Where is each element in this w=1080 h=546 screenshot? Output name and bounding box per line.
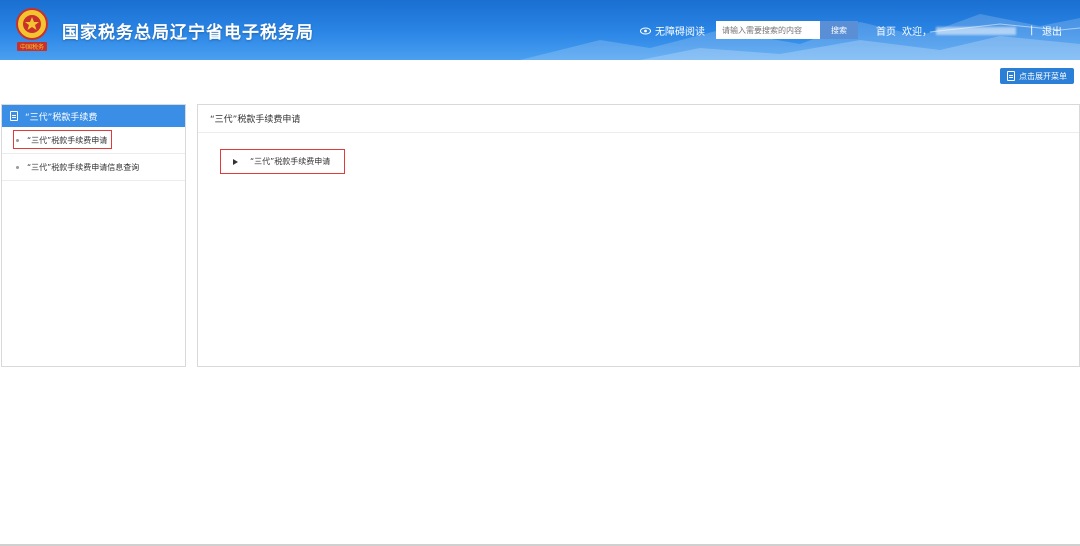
home-link[interactable]: 首页 — [876, 23, 896, 38]
welcome-text: 欢迎， — [902, 27, 932, 38]
highlight-box — [13, 130, 112, 149]
link-label: “三代”税款手续费申请 — [250, 157, 331, 166]
sidebar-header: “三代”税款手续费 — [2, 105, 185, 127]
username-redacted — [936, 26, 1016, 35]
main-panel: “三代”税款手续费申请 “三代”税款手续费申请 — [197, 104, 1080, 367]
tax-emblem-icon: 中国税务 — [16, 8, 48, 51]
sidebar: “三代”税款手续费 “三代”税款手续费申请 “三代”税款手续费申请信息查询 — [1, 104, 186, 367]
search-button[interactable]: 搜索 — [820, 21, 858, 39]
sidebar-item-label: “三代”税款手续费申请信息查询 — [27, 162, 140, 172]
eye-icon — [640, 27, 651, 34]
expand-menu-button[interactable]: 点击展开菜单 — [1000, 68, 1074, 84]
sidebar-item-fee-application[interactable]: “三代”税款手续费申请 — [2, 127, 185, 154]
logout-link[interactable]: 退出 — [1042, 23, 1062, 38]
bullet-icon — [16, 165, 19, 169]
emblem-text: 中国税务 — [20, 43, 44, 51]
accessibility-reading-link[interactable]: 无障碍阅读 — [640, 23, 705, 38]
top-nav: 首页 欢迎， | — [876, 23, 1041, 38]
site-title: 国家税务总局辽宁省电子税务局 — [62, 23, 314, 43]
sidebar-item-application-query[interactable]: “三代”税款手续费申请信息查询 — [2, 154, 185, 181]
search-input[interactable] — [716, 21, 820, 39]
panel-title: “三代”税款手续费申请 — [198, 105, 1079, 133]
nav-separator: | — [1030, 25, 1034, 36]
expand-menu-label: 点击展开菜单 — [1019, 71, 1067, 81]
search-box: 搜索 — [716, 21, 858, 39]
document-icon — [10, 111, 18, 121]
document-icon — [1007, 71, 1015, 81]
play-arrow-icon — [233, 158, 238, 165]
site-header: 中国税务 国家税务总局辽宁省电子税务局 无障碍阅读 搜索 首页 欢迎， | 退出 — [0, 0, 1080, 60]
sidebar-title: “三代”税款手续费 — [25, 112, 98, 123]
fee-application-link[interactable]: “三代”税款手续费申请 — [220, 149, 345, 174]
accessibility-label: 无障碍阅读 — [655, 27, 705, 38]
